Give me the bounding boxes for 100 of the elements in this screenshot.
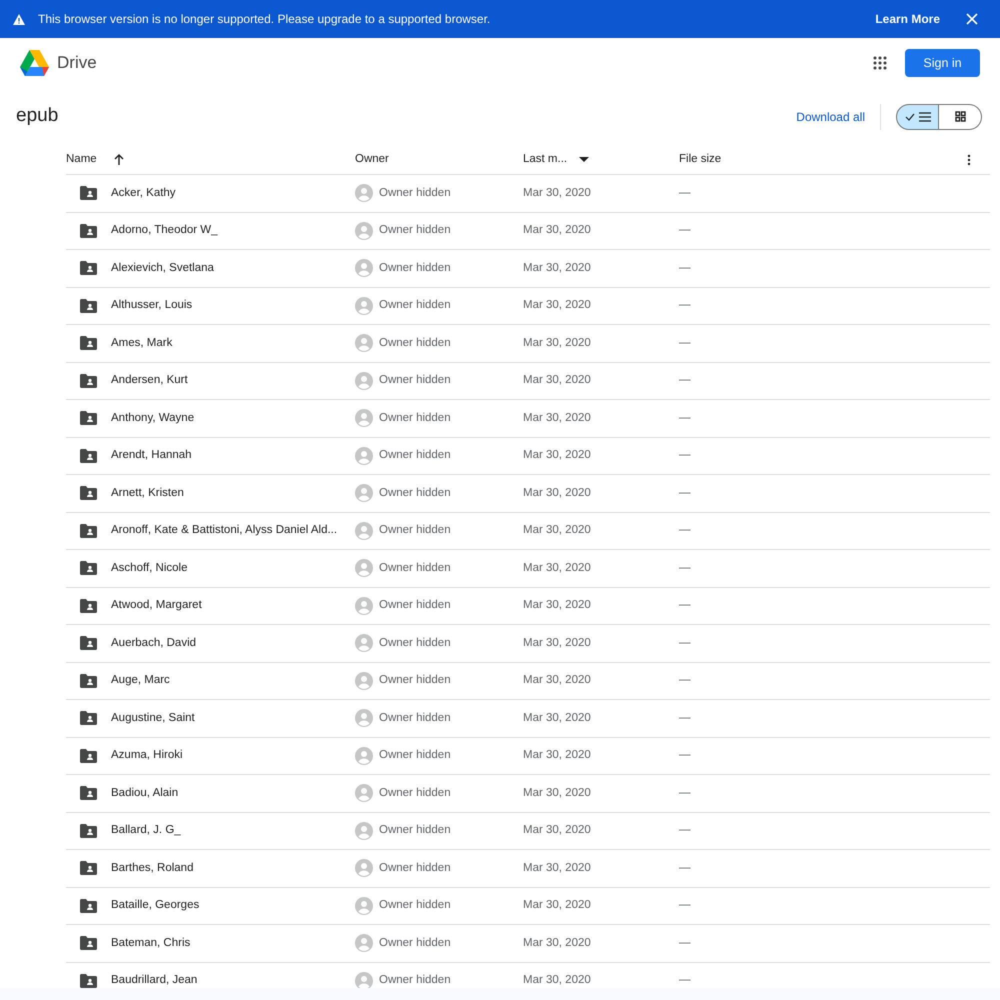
avatar-icon <box>355 372 373 390</box>
shared-folder-icon <box>80 786 97 800</box>
shared-folder-icon <box>80 298 97 313</box>
close-icon[interactable] <box>966 13 978 25</box>
owner-cell-text: Owner hidden <box>379 973 451 988</box>
warning-icon <box>13 14 25 24</box>
owner-cell-text: Owner hidden <box>379 186 451 201</box>
owner-cell-text: Owner hidden <box>379 486 451 501</box>
avatar-icon <box>355 522 373 540</box>
modified-date: Mar 30, 2020 <box>523 749 591 762</box>
owner-cell-text: Owner hidden <box>379 560 451 576</box>
avatar-icon <box>355 259 373 278</box>
grid-view-button[interactable] <box>939 104 982 130</box>
folder-name[interactable]: Aronoff, Kate & Battistoni, Alyss Daniel Ald... <box>111 522 338 540</box>
shared-folder-icon <box>80 448 97 463</box>
avatar-icon <box>355 634 373 652</box>
avatar-icon <box>355 822 373 840</box>
folder-name[interactable]: Arendt, Hannah <box>111 447 192 464</box>
file-size: — <box>679 936 690 949</box>
list-view-button[interactable] <box>896 104 939 130</box>
shared-folder-icon <box>80 224 97 238</box>
owner-cell-text: Owner hidden <box>379 223 451 238</box>
folder-name[interactable]: Atwood, Margaret <box>111 597 202 614</box>
modified-date: Mar 30, 2020 <box>523 562 591 574</box>
column-header[interactable]: Name <box>66 150 97 168</box>
shared-folder-icon <box>80 674 97 688</box>
sort-up-arrow-icon[interactable] <box>112 154 125 166</box>
owner-cell-text: Owner hidden <box>379 336 451 351</box>
folder-name[interactable]: Ames, Mark <box>111 334 172 352</box>
folder-name[interactable]: Badiou, Alain <box>111 784 178 802</box>
learn-more-link[interactable]: Learn More <box>875 10 940 28</box>
file-size: — <box>679 899 690 912</box>
drive-logo-icon <box>20 50 49 76</box>
owner-cell-text: Owner hidden <box>379 786 451 801</box>
modified-date: Mar 30, 2020 <box>523 412 591 424</box>
file-size: — <box>679 262 690 274</box>
shared-folder-icon <box>80 336 97 350</box>
folder-name[interactable]: Anthony, Wayne <box>111 410 194 427</box>
folder-name[interactable]: Auge, Marc <box>111 672 170 690</box>
column-header[interactable]: Last m... <box>523 150 568 168</box>
folder-name[interactable]: Barthes, Roland <box>111 860 194 877</box>
column-header[interactable]: File size <box>679 150 722 168</box>
owner-cell-text: Owner hidden <box>379 748 451 764</box>
avatar-icon <box>355 446 373 465</box>
avatar-icon <box>355 709 373 728</box>
modified-date: Mar 30, 2020 <box>523 449 591 462</box>
file-size: — <box>679 786 690 799</box>
avatar-icon <box>355 746 373 765</box>
owner-cell-text: Owner hidden <box>379 448 451 464</box>
shared-folder-icon <box>80 486 97 500</box>
modified-date: Mar 30, 2020 <box>523 524 591 536</box>
download-all-link[interactable]: Download all <box>796 108 865 126</box>
modified-date: Mar 30, 2020 <box>523 636 591 649</box>
folder-name[interactable]: Bateman, Chris <box>111 934 190 952</box>
folder-name[interactable]: Acker, Kathy <box>111 184 176 202</box>
file-size: — <box>679 224 690 236</box>
file-size: — <box>679 636 690 649</box>
avatar-icon <box>355 896 373 915</box>
shared-folder-icon <box>80 861 97 876</box>
file-size: — <box>679 674 690 686</box>
folder-name[interactable]: Aschoff, Nicole <box>111 560 188 577</box>
owner-cell-text: Owner hidden <box>379 636 451 651</box>
folder-name[interactable]: Adorno, Theodor W_ <box>111 222 218 240</box>
shared-folder-icon <box>80 411 97 426</box>
caret-icon[interactable] <box>579 156 590 162</box>
folder-name[interactable]: Andersen, Kurt <box>111 372 188 390</box>
owner-cell-text: Owner hidden <box>379 898 451 914</box>
folder-name[interactable]: Ballard, J. G_ <box>111 822 181 840</box>
folder-name[interactable]: Auerbach, David <box>111 634 196 652</box>
owner-cell-text: Owner hidden <box>379 260 451 276</box>
folder-name[interactable]: Althusser, Louis <box>111 297 192 314</box>
folder-name[interactable]: Alexievich, Svetlana <box>111 260 214 277</box>
file-size: — <box>679 562 690 574</box>
avatar-icon <box>355 596 373 615</box>
file-size: — <box>679 524 690 536</box>
apps-grid-icon[interactable] <box>873 56 887 70</box>
more-options-icon[interactable] <box>967 154 971 166</box>
shared-folder-icon <box>80 898 97 913</box>
folder-name[interactable]: Baudrillard, Jean <box>111 972 198 988</box>
file-size: — <box>679 412 690 424</box>
folder-name[interactable]: Augustine, Saint <box>111 710 195 727</box>
file-size: — <box>679 449 690 462</box>
modified-date: Mar 30, 2020 <box>523 712 591 724</box>
folder-name[interactable]: Arnett, Kristen <box>111 484 184 502</box>
modified-date: Mar 30, 2020 <box>523 299 591 312</box>
avatar-icon <box>355 296 373 315</box>
file-size: — <box>679 374 690 386</box>
modified-date: Mar 30, 2020 <box>523 599 591 612</box>
avatar-icon <box>355 859 373 878</box>
modified-date: Mar 30, 2020 <box>523 486 591 499</box>
sign-in-button[interactable]: Sign in <box>905 49 980 77</box>
folder-name[interactable]: Bataille, Georges <box>111 897 200 914</box>
folder-name[interactable]: Azuma, Hiroki <box>111 747 183 764</box>
shared-folder-icon <box>80 561 97 576</box>
shared-folder-icon <box>80 936 97 950</box>
owner-cell-text: Owner hidden <box>379 673 451 688</box>
modified-date: Mar 30, 2020 <box>523 224 591 236</box>
column-header[interactable]: Owner <box>355 150 389 168</box>
file-size: — <box>679 749 690 762</box>
modified-date: Mar 30, 2020 <box>523 374 591 386</box>
